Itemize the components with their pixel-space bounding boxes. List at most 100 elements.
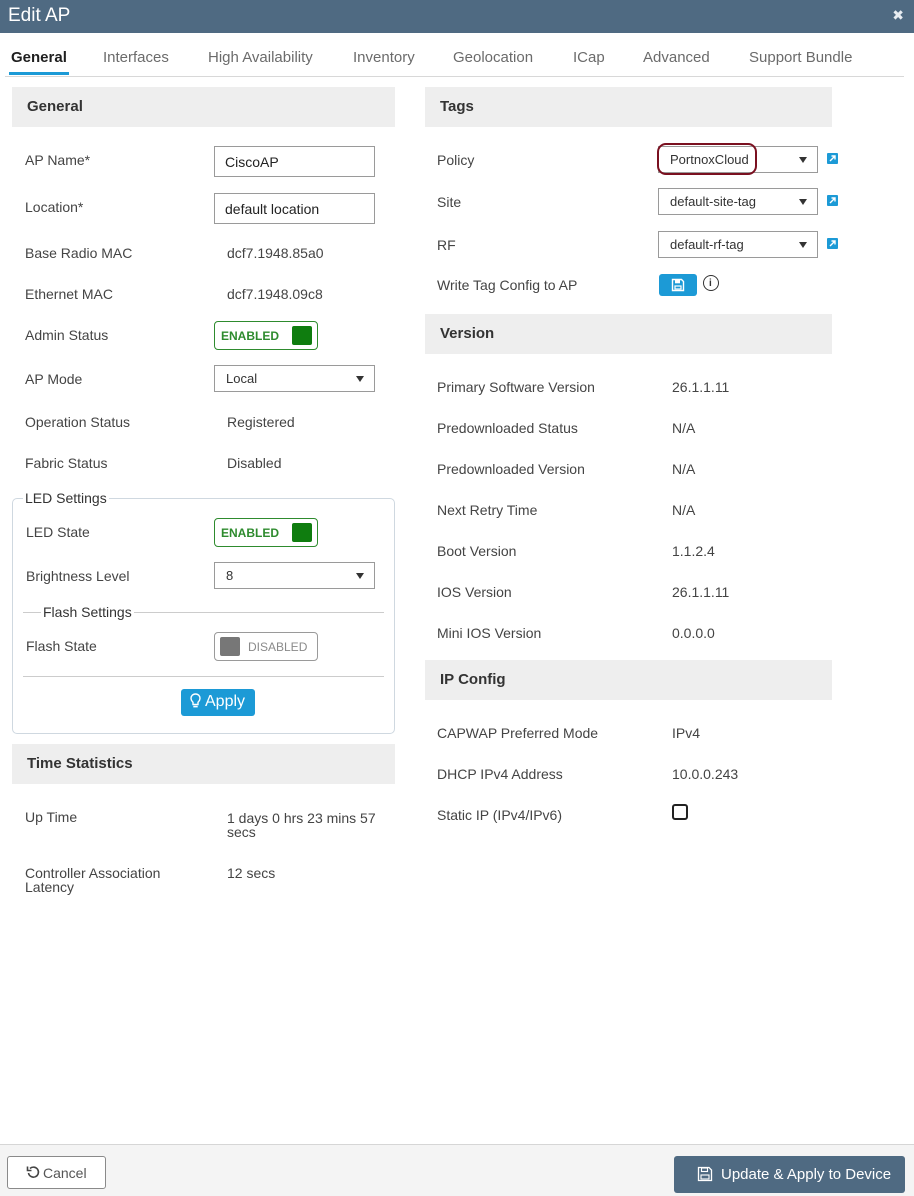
write-tag-save-button[interactable] [659,274,697,296]
site-label: Site [437,194,462,210]
toggle-knob [292,326,312,345]
up-time-label: Up Time [25,809,78,825]
version-row-label: Predownloaded Version [437,461,585,477]
base-radio-mac-label: Base Radio MAC [25,245,133,261]
policy-highlight-outline [657,143,757,175]
flash-settings-legend: Flash Settings [41,604,134,620]
save-icon [671,278,685,292]
flash-state-toggle[interactable]: DISABLED [214,632,318,661]
fabric-status-value: Disabled [227,455,282,471]
admin-status-label: Admin Status [25,327,109,343]
version-row-label: Boot Version [437,543,517,559]
tab-geolocation[interactable]: Geolocation [453,49,533,66]
info-icon[interactable]: i [703,275,719,291]
version-row-value: N/A [672,502,696,518]
tab-high-availability[interactable]: High Availability [208,49,313,66]
brightness-level-selected: 8 [226,568,234,583]
version-row-label: IOS Version [437,584,512,600]
version-row-value: N/A [672,461,696,477]
tags-section-header: Tags [425,87,832,127]
toggle-knob [292,523,312,542]
controller-latency-label-line2: Latency [25,879,75,895]
controller-latency-value: 12 secs [227,865,276,881]
ethernet-mac-value: dcf7.1948.09c8 [227,286,323,302]
static-ip-label: Static IP (IPv4/IPv6) [437,807,563,823]
site-selected: default-site-tag [670,194,756,209]
admin-status-toggle[interactable]: ENABLED [214,321,318,350]
tab-interfaces[interactable]: Interfaces [103,49,169,66]
led-state-label: LED State [26,524,90,540]
window-title: Edit AP [8,5,71,26]
dhcp-address-value: 10.0.0.243 [672,766,739,782]
undo-icon [26,1165,40,1179]
write-tag-label: Write Tag Config to AP [437,277,578,293]
site-select[interactable]: default-site-tag [658,188,818,215]
flash-state-toggle-text: DISABLED [248,640,308,654]
chevron-down-icon [799,157,807,163]
flash-state-label: Flash State [26,638,97,654]
chevron-down-icon [356,573,364,579]
ip-config-section-header: IP Config [425,660,832,700]
chevron-down-icon [356,376,364,382]
rf-selected: default-rf-tag [670,237,744,252]
ap-name-label: AP Name* [25,152,91,168]
dhcp-address-label: DHCP IPv4 Address [437,766,563,782]
footer-bar: Cancel Update & Apply to Device [0,1144,914,1196]
tab-advanced[interactable]: Advanced [643,49,710,66]
external-link-icon[interactable] [827,153,838,164]
time-statistics-header: Time Statistics [12,744,395,784]
operation-status-label: Operation Status [25,414,131,430]
tab-inventory[interactable]: Inventory [353,49,415,66]
ap-name-input[interactable]: CiscoAP [214,146,375,177]
version-row-label: Primary Software Version [437,379,595,395]
version-row-value: 0.0.0.0 [672,625,715,641]
title-bar: Edit AP ✖ [0,0,914,33]
apply-button[interactable]: Apply [181,689,255,716]
rf-label: RF [437,237,456,253]
led-settings-bottom-divider [23,676,384,677]
ap-mode-label: AP Mode [25,371,83,387]
capwap-mode-value: IPv4 [672,725,701,741]
version-row-label: Next Retry Time [437,502,538,518]
external-link-icon[interactable] [827,238,838,249]
location-input[interactable]: default location [214,193,375,224]
led-state-toggle[interactable]: ENABLED [214,518,318,547]
close-icon[interactable]: ✖ [892,7,904,24]
tab-bar: General Interfaces High Availability Inv… [0,33,914,77]
version-section-header: Version [425,314,832,354]
ethernet-mac-label: Ethernet MAC [25,286,113,302]
policy-label: Policy [437,152,475,168]
cancel-button-label: Cancel [43,1165,87,1181]
operation-status-value: Registered [227,414,295,430]
version-row-value: N/A [672,420,696,436]
tab-support-bundle[interactable]: Support Bundle [749,49,852,66]
tab-divider [5,76,904,77]
version-row-value: 26.1.1.11 [672,584,730,600]
tab-icap[interactable]: ICap [573,49,605,66]
cancel-button[interactable]: Cancel [7,1156,106,1189]
fabric-status-label: Fabric Status [25,455,108,471]
general-section-header: General [12,87,395,127]
brightness-level-label: Brightness Level [26,568,130,584]
save-icon [697,1166,713,1182]
version-row-value: 1.1.2.4 [672,543,715,559]
rf-select[interactable]: default-rf-tag [658,231,818,258]
brightness-level-select[interactable]: 8 [214,562,375,589]
chevron-down-icon [799,242,807,248]
base-radio-mac-value: dcf7.1948.85a0 [227,245,324,261]
version-row-label: Mini IOS Version [437,625,542,641]
location-label: Location* [25,199,84,215]
chevron-down-icon [799,199,807,205]
up-time-value-line2: secs [227,824,256,840]
apply-button-label: Apply [205,693,246,710]
tab-general[interactable]: General [9,49,69,75]
external-link-icon[interactable] [827,195,838,206]
toggle-knob [220,637,240,656]
ap-mode-select[interactable]: Local [214,365,375,392]
update-apply-button-label: Update & Apply to Device [721,1166,892,1183]
update-apply-button[interactable]: Update & Apply to Device [674,1156,905,1193]
admin-status-toggle-text: ENABLED [221,329,280,343]
static-ip-checkbox[interactable] [672,804,688,820]
version-row-value: 26.1.1.11 [672,379,730,395]
ap-mode-selected: Local [226,371,258,386]
